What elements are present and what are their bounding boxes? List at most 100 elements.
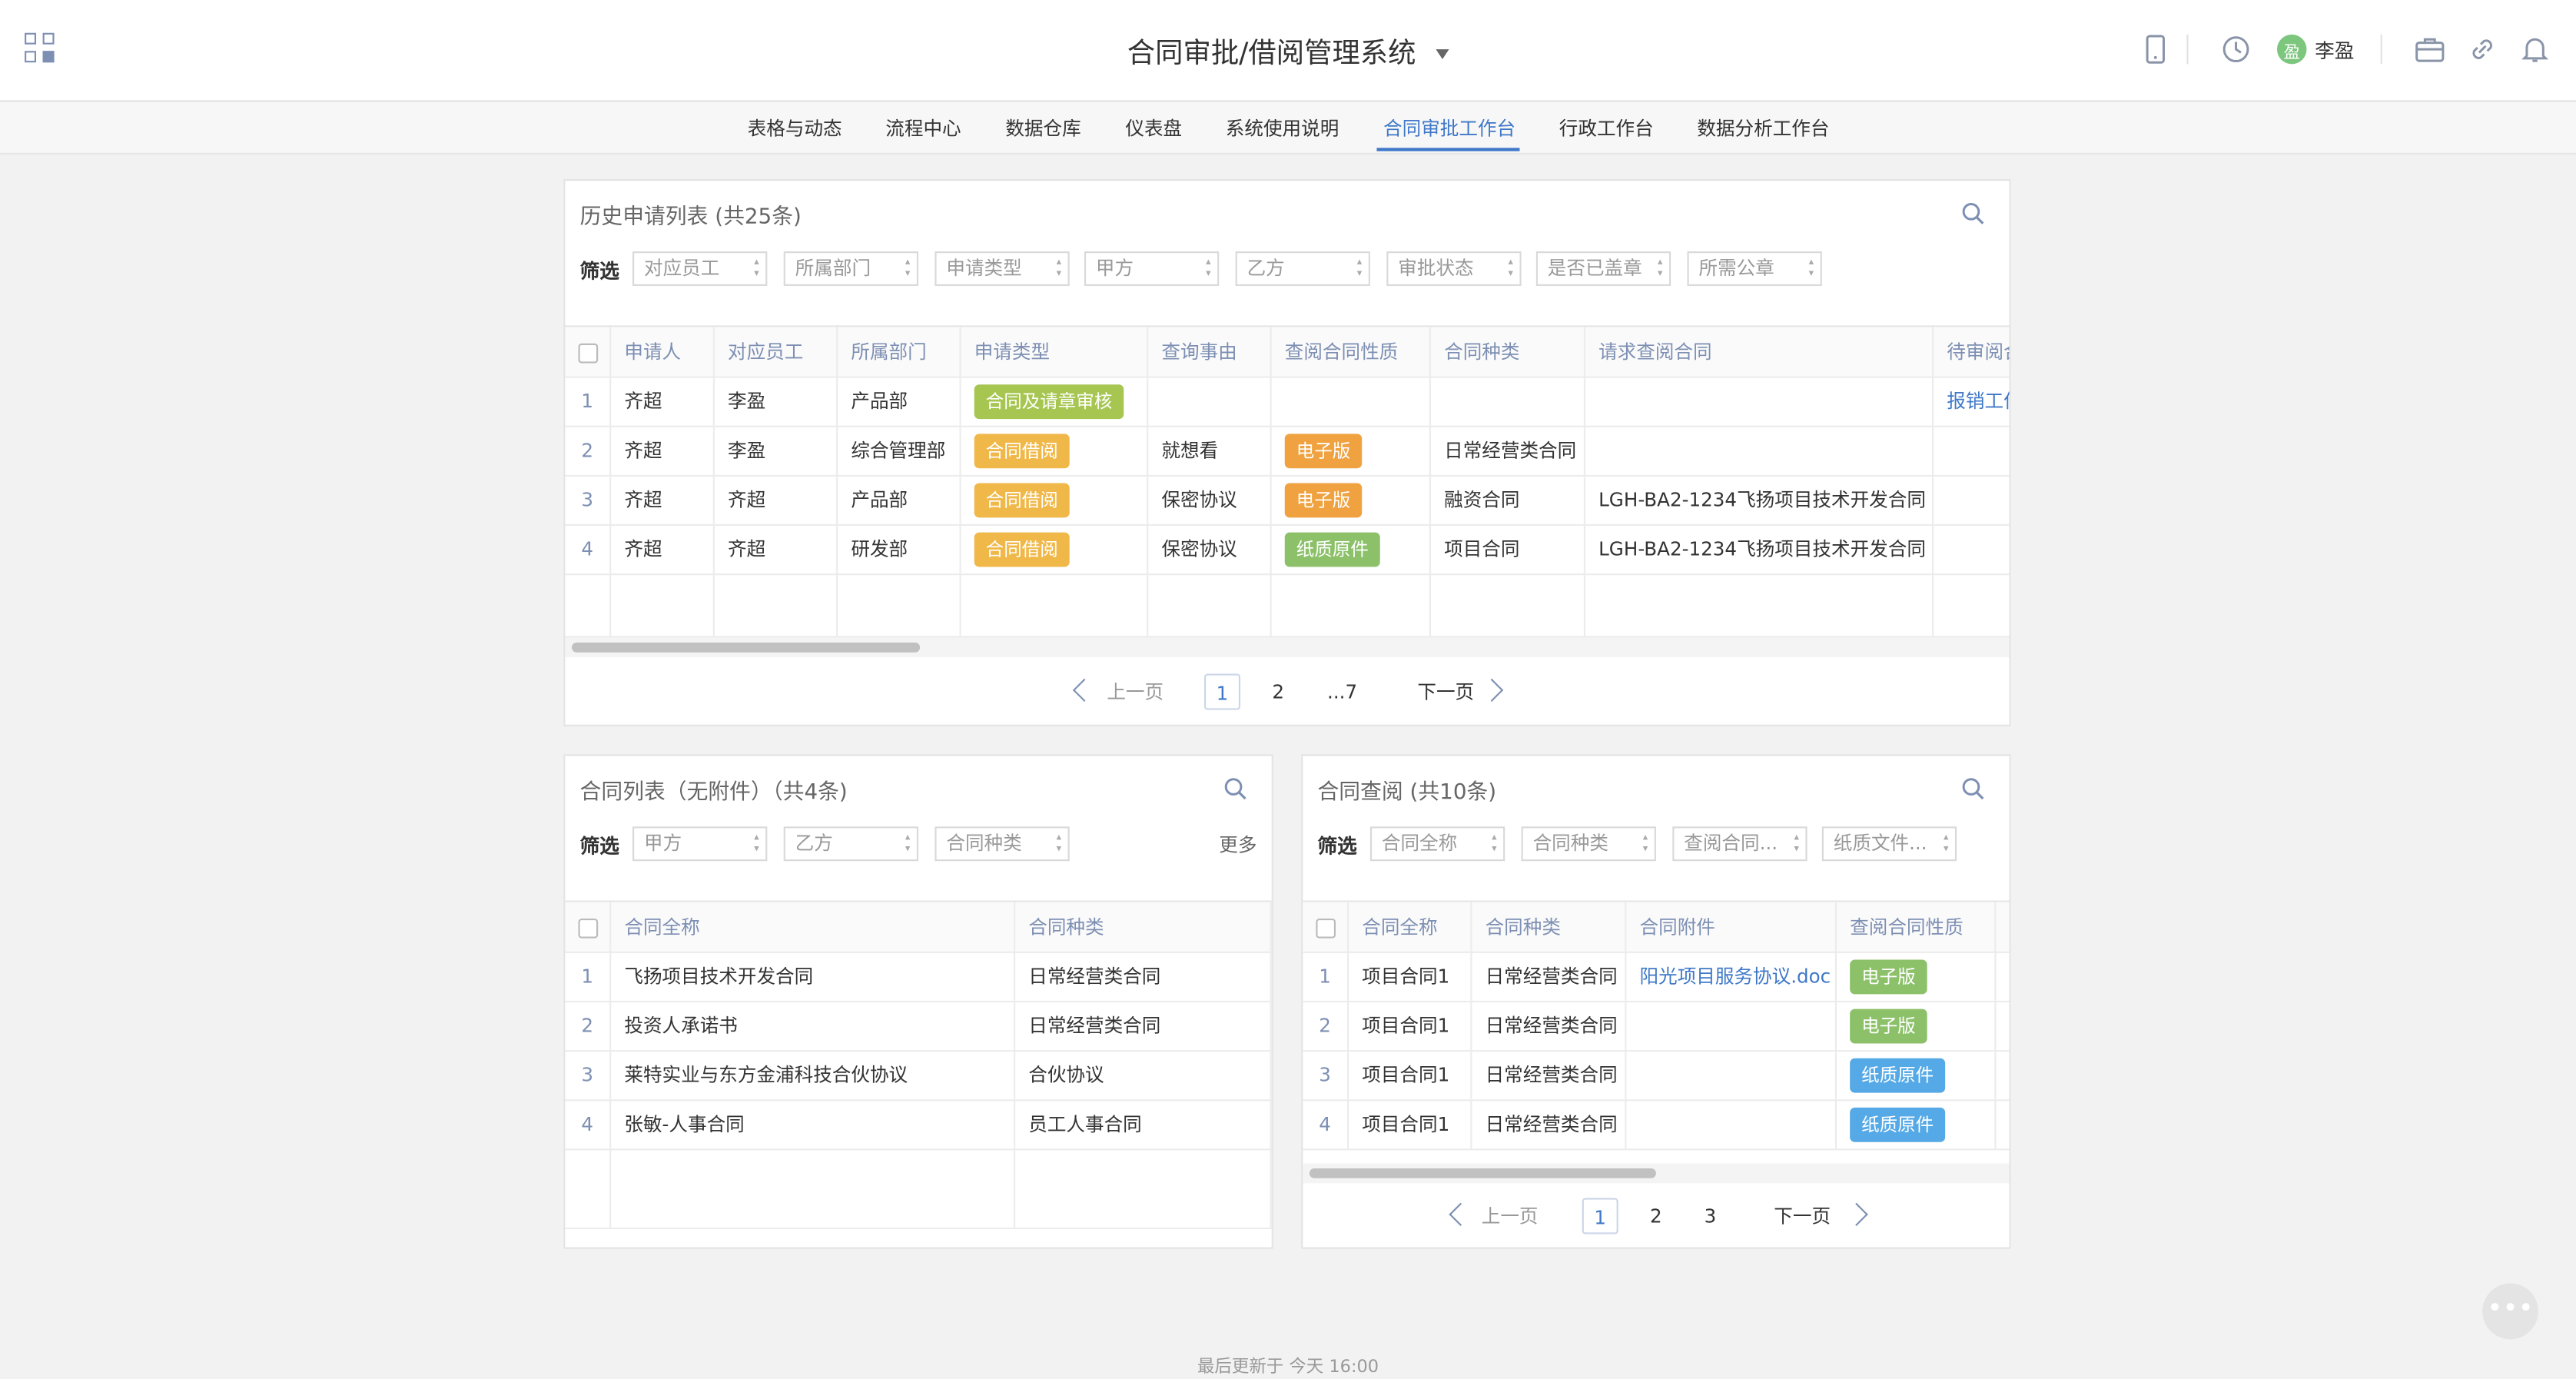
page-1-button[interactable]: 1	[1582, 1198, 1618, 1234]
bell-icon[interactable]	[2517, 32, 2553, 68]
table-row[interactable]: 3 项目合同1 日常经营类合同 纸质原件	[1303, 1050, 2010, 1102]
table-row[interactable]: 3 莱特实业与东方金浦科技合伙协议 合伙协议	[565, 1050, 1272, 1102]
col-reason[interactable]: 查询事由	[1148, 327, 1272, 377]
table-row[interactable]: 1 齐超 李盈 产品部 合同及请章审核 报销工作	[565, 376, 2010, 427]
nav-item-contract-workbench[interactable]: 合同审批工作台	[1383, 115, 1515, 141]
table-row[interactable]: 1 项目合同1 日常经营类合同 阳光项目服务协议.doc 电子版	[1303, 951, 2010, 1003]
attachment-link[interactable]	[1626, 1050, 1837, 1100]
horizontal-scrollbar-thumb[interactable]	[1309, 1168, 1656, 1178]
attachment-link[interactable]	[1626, 1099, 1837, 1149]
filter-sealed[interactable]: 是否已盖章	[1535, 251, 1671, 286]
cell-applicant: 齐超	[611, 523, 715, 574]
page-2-button[interactable]: 2	[1262, 673, 1295, 709]
col-contract-name[interactable]: 合同全称	[1349, 902, 1472, 952]
nav-item-manual[interactable]: 系统使用说明	[1226, 115, 1339, 141]
cell-pending-link[interactable]: 报销工作	[1934, 377, 2009, 426]
user-menu[interactable]: 盈 李盈	[2276, 34, 2355, 65]
col-nature[interactable]: 查阅合同性质	[1272, 327, 1432, 377]
horizontal-scrollbar-thumb[interactable]	[571, 642, 921, 653]
table-row[interactable]: 2 项目合同1 日常经营类合同 电子版	[1303, 1000, 2010, 1052]
table-row[interactable]: 1 飞扬项目技术开发合同 日常经营类合同	[565, 951, 1272, 1003]
col-requested-contract[interactable]: 请求查阅合同	[1585, 327, 1934, 377]
chevron-right-icon[interactable]	[1480, 678, 1504, 702]
select-all-checkbox[interactable]	[565, 327, 612, 377]
table-row[interactable]: 4 齐超 齐超 研发部 合同借阅 保密协议 纸质原件 项目合同 LGH-BA2-…	[565, 523, 2010, 576]
table-row[interactable]: 4 张敏-人事合同 员工人事合同	[565, 1099, 1272, 1151]
page-3-button[interactable]: 3	[1694, 1198, 1727, 1234]
filter-contract-name[interactable]: 合同全称	[1369, 826, 1505, 862]
nav-item-analytics-workbench[interactable]: 数据分析工作台	[1697, 115, 1829, 141]
nav-item-dashboard[interactable]: 仪表盘	[1125, 115, 1182, 141]
col-contract-kind[interactable]: 合同种类	[1015, 902, 1272, 952]
chevron-down-icon[interactable]	[1436, 49, 1449, 59]
col-contract-kind[interactable]: 合同种类	[1472, 902, 1627, 952]
cell-pending-link[interactable]	[1934, 524, 2009, 573]
col-applicant[interactable]: 申请人	[611, 327, 715, 377]
cell-department: 综合管理部	[838, 425, 961, 475]
filter-required-seal[interactable]: 所需公章	[1687, 251, 1822, 286]
prev-page-button[interactable]: 上一页	[1477, 1198, 1543, 1234]
nature-tag: 电子版	[1850, 959, 1927, 995]
filter-approval-status[interactable]: 审批状态	[1386, 251, 1522, 286]
table-row[interactable]: 3 齐超 齐超 产品部 合同借阅 保密协议 电子版 融资合同 LGH-BA2-1…	[565, 474, 2010, 527]
filter-contract-kind[interactable]: 合同种类	[1521, 826, 1656, 862]
col-employee[interactable]: 对应员工	[715, 327, 838, 377]
col-attachment[interactable]: 合同附件	[1626, 902, 1837, 952]
cell-employee: 齐超	[715, 523, 838, 574]
filter-contract-kind[interactable]: 合同种类	[934, 826, 1070, 862]
cell-contract-kind: 项目合同	[1431, 523, 1585, 574]
col-request-type[interactable]: 申请类型	[961, 327, 1149, 377]
prev-page-button[interactable]: 上一页	[1102, 673, 1168, 709]
filter-request-type[interactable]: 申请类型	[934, 251, 1070, 286]
table-row[interactable]: 4 项目合同1 日常经营类合同 纸质原件	[1303, 1099, 2010, 1151]
filter-party-b[interactable]: 乙方	[1235, 251, 1370, 286]
filter-department[interactable]: 所属部门	[783, 251, 919, 286]
col-more[interactable]	[1996, 902, 2009, 952]
chevron-left-icon[interactable]	[1072, 678, 1097, 702]
more-actions-button[interactable]: •••	[2482, 1283, 2538, 1340]
filter-paper-file[interactable]: 纸质文件...	[1821, 826, 1957, 862]
cell-pending-link[interactable]	[1934, 475, 2009, 524]
cell-pending-link[interactable]	[1934, 426, 2009, 475]
col-department[interactable]: 所属部门	[838, 327, 961, 377]
link-icon[interactable]	[2465, 32, 2501, 68]
filter-party-a[interactable]: 甲方	[632, 826, 768, 862]
page-last-button[interactable]: ...7	[1320, 673, 1366, 709]
more-filters-button[interactable]: 更多	[1219, 832, 1256, 858]
col-pending-review[interactable]: 待审阅合	[1934, 327, 2009, 376]
filter-lookup-nature[interactable]: 查阅合同...	[1672, 826, 1808, 862]
search-icon[interactable]	[1224, 776, 1247, 800]
col-nature[interactable]: 查阅合同性质	[1837, 902, 1997, 952]
chevron-right-icon[interactable]	[1844, 1202, 1868, 1226]
cell-contract-name: 项目合同1	[1349, 1000, 1472, 1051]
select-all-checkbox[interactable]	[1303, 902, 1349, 952]
cell-contract-kind: 日常经营类合同	[1472, 1000, 1627, 1051]
page-2-button[interactable]: 2	[1640, 1198, 1673, 1234]
select-all-checkbox[interactable]	[565, 902, 612, 952]
nav-item-workflow[interactable]: 流程中心	[885, 115, 961, 141]
chevron-left-icon[interactable]	[1449, 1202, 1472, 1226]
search-icon[interactable]	[1962, 201, 1985, 224]
clock-icon[interactable]	[2218, 32, 2254, 68]
next-page-button[interactable]: 下一页	[1769, 1198, 1835, 1234]
attachment-link[interactable]	[1626, 1000, 1837, 1051]
col-contract-name[interactable]: 合同全称	[611, 902, 1016, 952]
filter-employee[interactable]: 对应员工	[632, 251, 768, 286]
mobile-icon[interactable]	[2137, 32, 2173, 68]
table-row[interactable]: 2 齐超 李盈 综合管理部 合同借阅 就想看 电子版 日常经营类合同	[565, 425, 2010, 477]
top-actions: 盈 李盈	[2121, 29, 2553, 68]
filter-party-a[interactable]: 甲方	[1084, 251, 1220, 286]
empty-row	[565, 1148, 1272, 1230]
nav-item-tables[interactable]: 表格与动态	[748, 115, 842, 141]
page-1-button[interactable]: 1	[1204, 673, 1241, 710]
nav-item-admin-workbench[interactable]: 行政工作台	[1559, 115, 1654, 141]
briefcase-icon[interactable]	[2412, 32, 2448, 68]
attachment-link[interactable]: 阳光项目服务协议.doc	[1626, 951, 1837, 1001]
next-page-button[interactable]: 下一页	[1413, 673, 1479, 709]
user-name: 李盈	[2315, 38, 2355, 62]
nav-item-data-warehouse[interactable]: 数据仓库	[1005, 115, 1081, 141]
table-row[interactable]: 2 投资人承诺书 日常经营类合同	[565, 1000, 1272, 1052]
filter-party-b[interactable]: 乙方	[783, 826, 919, 862]
col-contract-kind[interactable]: 合同种类	[1431, 327, 1585, 377]
search-icon[interactable]	[1962, 776, 1985, 800]
